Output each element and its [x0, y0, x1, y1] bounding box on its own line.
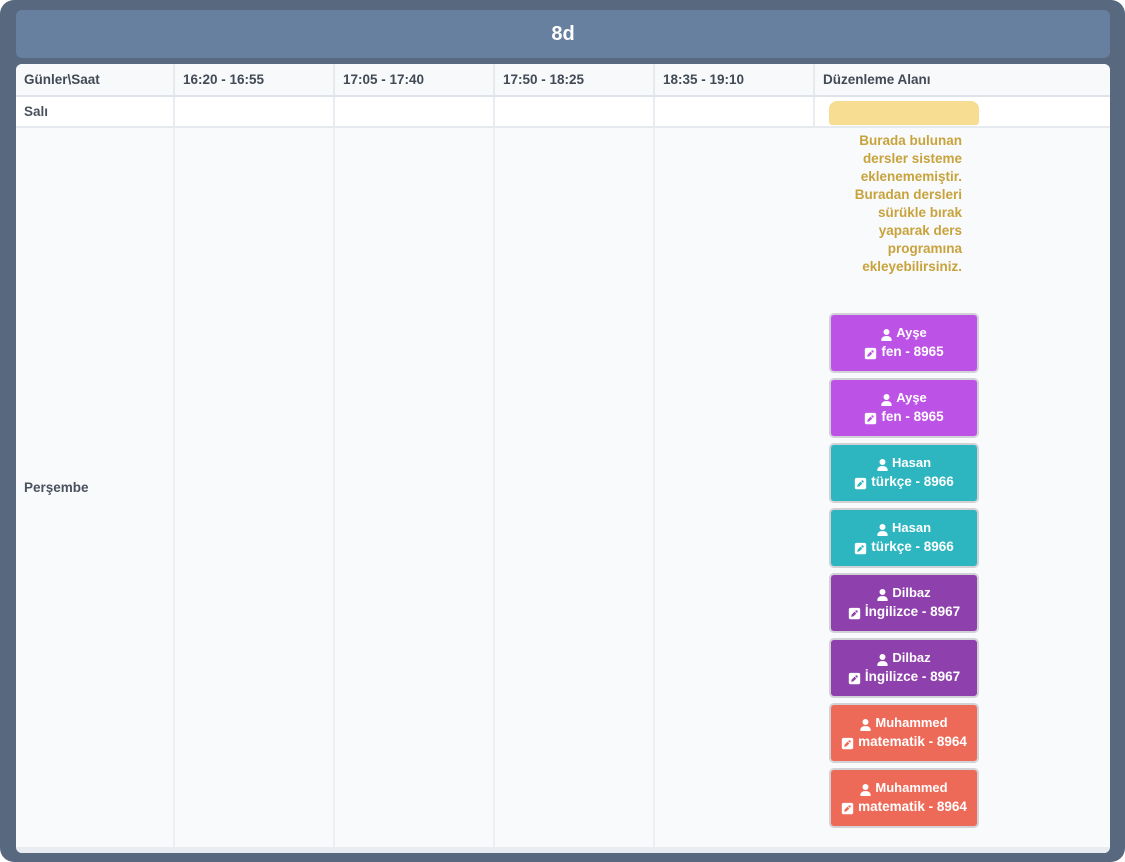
lesson-card[interactable]: Hasan türkçe - 8966: [829, 443, 979, 503]
edit-icon: [841, 799, 854, 817]
lesson-card-list: Ayşe fen - 8965 Ayşe fen - 8965 Hasan tü…: [829, 313, 979, 828]
lesson-card[interactable]: Dilbaz İngilizce - 8967: [829, 573, 979, 633]
user-icon: [877, 455, 888, 473]
lesson-card[interactable]: Muhammed matematik - 8964: [829, 768, 979, 828]
card-subject-label: İngilizce - 8967: [864, 669, 961, 684]
class-title: 8d: [551, 22, 575, 45]
header-timeslot-1: 16:20 - 16:55: [175, 64, 335, 97]
user-icon: [881, 325, 892, 343]
lesson-card[interactable]: Ayşe fen - 8965: [829, 313, 979, 373]
lesson-card[interactable]: Muhammed matematik - 8964: [829, 703, 979, 763]
card-teacher-name: Dilbaz: [892, 650, 931, 665]
drag-drop-instructions: Burada bulunan dersler sisteme eklenemem…: [854, 133, 962, 274]
timetable: Günler\Saat 16:20 - 16:55 17:05 - 17:40 …: [16, 64, 1110, 853]
card-teacher-name: Hasan: [891, 520, 932, 535]
edit-icon: [854, 539, 867, 557]
time-slot-cell[interactable]: [175, 97, 335, 128]
card-subject-label: fen - 8965: [881, 409, 944, 424]
header-timeslot-4: 18:35 - 19:10: [655, 64, 815, 97]
class-title-bar: 8d: [16, 10, 1110, 58]
card-subject-label: İngilizce - 8967: [864, 604, 961, 619]
header-editing-area: Düzenleme Alanı: [815, 64, 1110, 97]
time-slot-cell[interactable]: [655, 97, 815, 128]
time-slot-cell[interactable]: [175, 128, 335, 847]
edit-icon: [864, 409, 877, 427]
lesson-card[interactable]: Ayşe fen - 8965: [829, 378, 979, 438]
user-icon: [877, 520, 888, 538]
user-icon: [877, 585, 889, 603]
edit-icon: [841, 734, 854, 752]
user-icon: [860, 715, 872, 733]
card-teacher-name: Hasan: [891, 455, 932, 470]
card-teacher-name: Ayşe: [896, 390, 927, 405]
time-slot-cell[interactable]: [495, 128, 655, 847]
day-label-tuesday: Salı: [16, 97, 175, 128]
editing-area: Burada bulunan dersler sisteme eklenemem…: [815, 101, 1110, 847]
time-slot-cell[interactable]: [495, 97, 655, 128]
user-icon: [860, 780, 872, 798]
card-subject-label: fen - 8965: [881, 344, 944, 359]
note-header-strip: [829, 101, 979, 125]
lesson-card[interactable]: Dilbaz İngilizce - 8967: [829, 638, 979, 698]
card-subject-label: matematik - 8964: [858, 734, 967, 749]
table-footer-strip: [16, 847, 1110, 853]
time-slot-cell[interactable]: [335, 97, 495, 128]
header-days-hours: Günler\Saat: [16, 64, 175, 97]
time-slot-cell[interactable]: [335, 128, 495, 847]
card-teacher-name: Muhammed: [875, 780, 948, 795]
day-label-thursday: Perşembe: [16, 128, 175, 847]
user-icon: [877, 650, 889, 668]
card-subject-label: türkçe - 8966: [871, 539, 954, 554]
time-slot-cell[interactable]: [655, 128, 815, 847]
row-thursday: Perşembe Burada bulunan dersler sisteme …: [16, 101, 1110, 847]
card-teacher-name: Dilbaz: [892, 585, 931, 600]
timetable-header-row: Günler\Saat 16:20 - 16:55 17:05 - 17:40 …: [16, 64, 1110, 97]
edit-icon: [848, 669, 861, 687]
header-timeslot-3: 17:50 - 18:25: [495, 64, 655, 97]
card-subject-label: matematik - 8964: [858, 799, 967, 814]
lesson-card[interactable]: Hasan türkçe - 8966: [829, 508, 979, 568]
card-teacher-name: Ayşe: [896, 325, 927, 340]
card-subject-label: türkçe - 8966: [871, 474, 954, 489]
edit-icon: [848, 604, 861, 622]
header-timeslot-2: 17:05 - 17:40: [335, 64, 495, 97]
app-window: 8d Günler\Saat 16:20 - 16:55 17:05 - 17:…: [0, 0, 1125, 862]
edit-icon: [864, 344, 877, 362]
card-teacher-name: Muhammed: [875, 715, 948, 730]
edit-icon: [854, 474, 867, 492]
user-icon: [881, 390, 892, 408]
